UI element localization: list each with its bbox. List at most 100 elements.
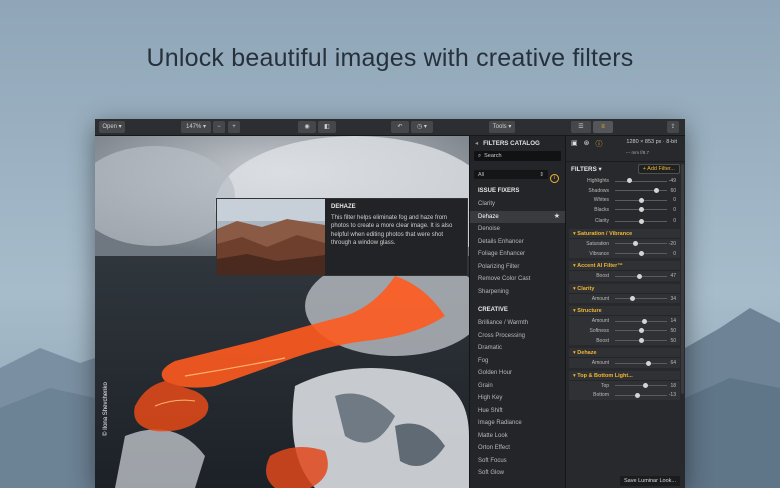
slider-value: -20 [668,240,676,247]
zoom-in-button[interactable]: + [228,121,240,133]
catalog-item[interactable]: Clarity [470,198,565,211]
compare-icon[interactable]: ◧ [318,121,336,133]
catalog-item[interactable]: Grain [470,380,565,393]
filter-group-header[interactable]: ▾ Dehaze [569,348,680,359]
filters-dropdown[interactable]: FILTERS ▾ [571,166,602,173]
filter-group-header[interactable]: ▾ Top & Bottom Light... [569,371,680,381]
slider-handle[interactable] [638,218,644,224]
slider-row: Softness 50 [569,326,680,336]
photo-watermark: © Ilona Shevchenko [103,382,109,436]
catalog-item[interactable]: Sharpening [470,286,565,299]
slider-label: Saturation [586,240,609,247]
catalog-item[interactable]: Image Radiance [470,417,565,430]
slider-handle[interactable] [633,241,639,247]
catalog-item[interactable]: Remove Color Cast [470,273,565,286]
catalog-item-label: Soft Glow [478,470,505,476]
slider-handle[interactable] [643,383,649,389]
slider-handle[interactable] [638,337,644,343]
share-icon[interactable]: ⇪ [667,121,679,133]
catalog-item[interactable]: Golden Hour [470,367,565,380]
catalog-item-label: Details Enhancer [478,238,524,245]
slider-track[interactable] [615,385,667,387]
slider-handle[interactable] [638,197,644,203]
layers-icon[interactable]: ☰ [571,121,591,133]
catalog-item[interactable]: Hue Shift [470,405,565,418]
slider-track[interactable] [615,298,667,300]
catalog-item[interactable]: Brilliance / Warmth [470,317,565,330]
catalog-item-label: Hue Shift [478,407,503,414]
image-icon[interactable]: ▣ [571,139,578,149]
add-filter-button[interactable]: + Add Filter... [637,164,680,174]
zoom-out-button[interactable]: − [213,121,225,133]
catalog-item[interactable]: Denoise [470,223,565,236]
catalog-item[interactable]: Dramatic [470,342,565,355]
slider-track[interactable] [615,243,667,245]
layers-stack-icon[interactable]: ⊛ [584,139,590,149]
slider-handle[interactable] [626,178,632,184]
slider-handle[interactable] [638,207,644,213]
slider-row: Whites 0 [569,195,680,205]
slider-track[interactable] [615,320,667,322]
catalog-item[interactable]: Soft Focus [470,455,565,468]
slider-handle[interactable] [638,250,644,256]
slider-label: Amount [591,295,609,302]
catalog-item-label: Image Radiance [478,420,522,426]
catalog-item[interactable]: Dehaze ★ [470,210,565,224]
photo-canvas[interactable]: © Ilona Shevchenko DEHAZE This filter he… [95,136,469,488]
undo-icon[interactable]: ↶ [391,121,409,133]
slider-track[interactable] [615,190,667,192]
filter-group-title: Saturation / Vibrance [577,230,633,237]
catalog-item[interactable]: Orton Effect [470,442,565,455]
info-icon[interactable]: ⓘ [596,139,603,149]
slider-row: Boost 50 [569,336,680,346]
category-select[interactable]: All ⇕ [474,170,548,179]
slider-label: Clarity [594,218,609,225]
catalog-item[interactable]: Foliage Enhancer [470,248,565,261]
filters-panel-icon[interactable]: ≡ [593,121,613,133]
favorite-star-icon[interactable]: ★ [554,211,560,224]
catalog-item[interactable]: Fog [470,355,565,368]
tools-dropdown[interactable]: Tools ▾ [489,121,515,133]
slider-handle[interactable] [654,187,660,193]
slider-value: 64 [670,360,676,367]
save-look-button[interactable]: Save Luminar Look... [620,476,680,486]
catalog-item[interactable]: Matte Look [470,430,565,443]
filter-group-header[interactable]: ▾ Accent AI Filter™ [569,261,680,272]
slider-handle[interactable] [630,296,636,302]
slider-track[interactable] [615,362,667,364]
slider-handle[interactable] [645,360,651,366]
slider-row: Amount 14 [569,316,680,326]
filters-bar: FILTERS ▾ + Add Filter... [566,162,685,176]
catalog-item-label: Grain [478,382,493,389]
panel-scrollbar[interactable] [681,164,684,394]
catalog-item-label: Orton Effect [478,445,510,451]
slider-value: 34 [670,295,676,302]
catalog-item[interactable]: Soft Glow [470,467,565,480]
filter-group-header[interactable]: ▾ Clarity [569,284,680,294]
catalog-search-input[interactable]: ⌕ Search [474,151,561,161]
slider-label: Shadows [588,187,609,194]
slider-value: 18 [670,382,676,389]
catalog-item-label: Dramatic [478,345,503,351]
filter-group-header[interactable]: ▾ Structure [569,306,680,317]
slider-track[interactable] [615,180,667,182]
catalog-info-icon[interactable]: i [550,174,559,183]
slider-handle[interactable] [636,273,642,279]
catalog-item[interactable]: High Key [470,392,565,405]
history-icon[interactable]: ◷ ▾ [411,121,433,133]
slider-handle[interactable] [638,328,644,334]
catalog-item[interactable]: Cross Processing [470,330,565,343]
catalog-section-title: ISSUE FIXERS [478,188,520,194]
zoom-dropdown[interactable]: 147% ▾ [181,121,211,133]
panel-info-bar: ▣ ⊛ ⓘ 1280 × 853 px · 8-bit --- mm f/8.7 [566,136,685,162]
catalog-back-icon[interactable]: ◂ [475,140,478,147]
open-button[interactable]: Open ▾ [99,121,125,133]
slider-track[interactable] [615,394,667,396]
catalog-item[interactable]: Polarizing Filter [470,261,565,274]
slider-handle[interactable] [642,318,648,324]
eye-preview-icon[interactable]: ◉ [298,121,316,133]
slider-value: 50 [670,327,676,334]
catalog-item[interactable]: Details Enhancer [470,236,565,249]
filter-group-header[interactable]: ▾ Saturation / Vibrance [569,229,680,239]
slider-handle[interactable] [634,392,640,398]
